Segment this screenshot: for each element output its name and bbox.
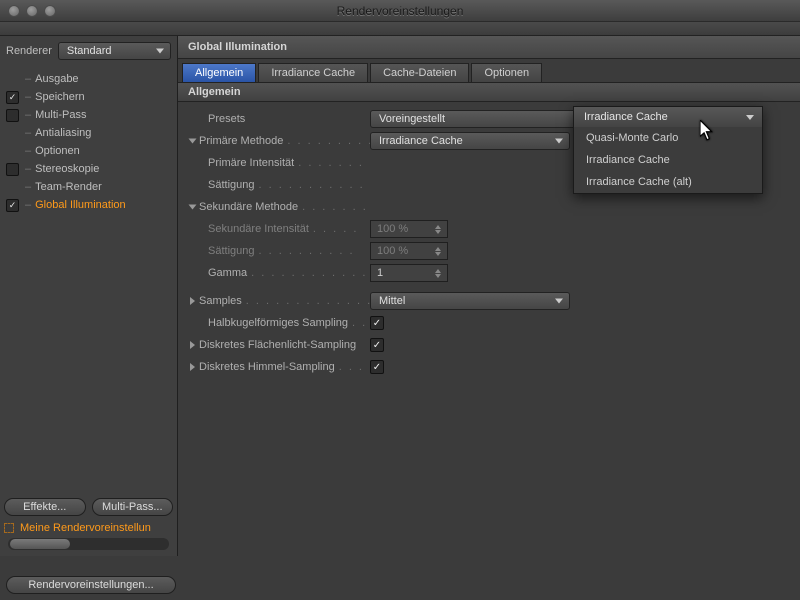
secondary-intensity-label: Sekundäre Intensität. . . . . xyxy=(190,223,370,235)
sidebar-item[interactable]: ✓–Global Illumination xyxy=(0,196,177,214)
renderer-value: Standard xyxy=(67,45,112,57)
sidebar-item-label: Optionen xyxy=(35,145,80,157)
primary-method-dropdown[interactable]: Irradiance Cache xyxy=(370,132,570,150)
sidebar-item-label: Ausgabe xyxy=(35,73,78,85)
primary-method-menu: Irradiance Cache Quasi-Monte CarloIrradi… xyxy=(573,106,763,194)
preset-icon xyxy=(4,523,14,533)
renderer-dropdown[interactable]: Standard xyxy=(58,42,171,60)
sidebar-item-label: Team-Render xyxy=(35,181,102,193)
left-panel: Renderer Standard –Ausgabe✓–Speichern–Mu… xyxy=(0,36,178,556)
render-settings-tree: –Ausgabe✓–Speichern–Multi-Pass–Antialias… xyxy=(0,66,177,218)
samples-dropdown[interactable]: Mittel xyxy=(370,292,570,310)
disclosure-icon[interactable] xyxy=(189,205,197,210)
form: Presets Voreingestellt Primäre Methode. … xyxy=(178,102,800,386)
right-panel: Global Illumination AllgemeinIrradiance … xyxy=(178,36,800,556)
checkbox[interactable] xyxy=(6,163,19,176)
sidebar-item-label: Global Illumination xyxy=(35,199,126,211)
secondary-saturation-label: Sättigung. . . . . . . . . . xyxy=(190,245,370,257)
preset-label: Meine Rendervoreinstellun xyxy=(20,522,151,534)
window-title: Rendervoreinstellungen xyxy=(0,4,800,18)
secondary-saturation-field: 100 % xyxy=(370,242,448,260)
sidebar-item[interactable]: –Multi-Pass xyxy=(0,106,177,124)
sidebar-item[interactable]: –Stereoskopie xyxy=(0,160,177,178)
sidebar-item-label: Antialiasing xyxy=(35,127,91,139)
multipass-button[interactable]: Multi-Pass... xyxy=(92,498,174,516)
presets-label: Presets xyxy=(190,113,370,125)
menu-item[interactable]: Quasi-Monte Carlo xyxy=(574,127,762,149)
checkbox[interactable]: ✓ xyxy=(6,91,19,104)
checkbox[interactable] xyxy=(6,109,19,122)
sidebar-item-label: Multi-Pass xyxy=(35,109,86,121)
sidebar-item-label: Speichern xyxy=(35,91,85,103)
toolbar-strip xyxy=(0,22,800,36)
area-sampling-label: Diskretes Flächenlicht-Sampling xyxy=(190,339,370,351)
disclosure-icon[interactable] xyxy=(190,363,195,371)
chevron-down-icon xyxy=(555,299,563,304)
disclosure-icon[interactable] xyxy=(189,139,197,144)
panel-header: Global Illumination xyxy=(178,36,800,59)
left-scrollbar[interactable] xyxy=(8,538,169,550)
secondary-intensity-field: 100 % xyxy=(370,220,448,238)
disclosure-icon[interactable] xyxy=(190,341,195,349)
hemisphere-sampling-checkbox[interactable]: ✓ xyxy=(370,316,384,330)
sidebar-item[interactable]: ✓–Speichern xyxy=(0,88,177,106)
primary-method-label: Primäre Methode. . . . . . . . . . xyxy=(190,135,370,147)
primary-saturation-label: Sättigung. . . . . . . . . . . . xyxy=(190,179,370,191)
tab[interactable]: Allgemein xyxy=(182,63,256,82)
titlebar: Rendervoreinstellungen xyxy=(0,0,800,22)
gamma-label: Gamma. . . . . . . . . . . . . . xyxy=(190,267,370,279)
sidebar-item-label: Stereoskopie xyxy=(35,163,99,175)
primary-method-menu-header[interactable]: Irradiance Cache xyxy=(574,107,762,127)
secondary-method-label: Sekundäre Methode. . . . . . . . xyxy=(190,201,370,213)
sky-sampling-label: Diskretes Himmel-Sampling. . . xyxy=(190,361,370,373)
sidebar-item[interactable]: –Team-Render xyxy=(0,178,177,196)
primary-intensity-label: Primäre Intensität. . . . . . . xyxy=(190,157,370,169)
menu-item[interactable]: Irradiance Cache xyxy=(574,149,762,171)
sky-sampling-checkbox[interactable]: ✓ xyxy=(370,360,384,374)
area-sampling-checkbox[interactable]: ✓ xyxy=(370,338,384,352)
chevron-down-icon xyxy=(156,49,164,54)
sidebar-item[interactable]: –Ausgabe xyxy=(0,70,177,88)
tab[interactable]: Cache-Dateien xyxy=(370,63,469,82)
chevron-down-icon xyxy=(555,139,563,144)
tab[interactable]: Irradiance Cache xyxy=(258,63,368,82)
preset-row[interactable]: Meine Rendervoreinstellun xyxy=(4,522,173,534)
checkbox[interactable]: ✓ xyxy=(6,199,19,212)
gamma-field[interactable]: 1 xyxy=(370,264,448,282)
hemisphere-sampling-label: Halbkugelförmiges Sampling. . xyxy=(190,317,370,329)
footer: Rendervoreinstellungen... xyxy=(6,576,176,594)
chevron-down-icon xyxy=(746,115,754,120)
scrollbar-thumb[interactable] xyxy=(10,539,70,549)
tab[interactable]: Optionen xyxy=(471,63,542,82)
effects-button[interactable]: Effekte... xyxy=(4,498,86,516)
renderer-label: Renderer xyxy=(6,45,52,57)
disclosure-icon[interactable] xyxy=(190,297,195,305)
sidebar-item[interactable]: –Optionen xyxy=(0,142,177,160)
section-bar: Allgemein xyxy=(178,82,800,102)
tabs: AllgemeinIrradiance CacheCache-DateienOp… xyxy=(178,59,800,82)
samples-label: Samples. . . . . . . . . . . . . . . xyxy=(190,295,370,307)
render-settings-button[interactable]: Rendervoreinstellungen... xyxy=(6,576,176,594)
sidebar-item[interactable]: –Antialiasing xyxy=(0,124,177,142)
menu-item[interactable]: Irradiance Cache (alt) xyxy=(574,171,762,193)
